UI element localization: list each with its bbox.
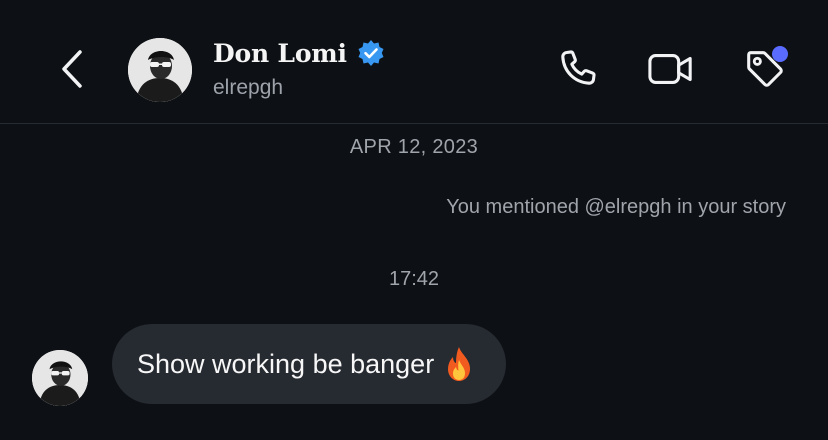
back-button[interactable] [52, 44, 92, 94]
message-bubble[interactable]: Show working be banger [112, 324, 507, 404]
audio-call-button[interactable] [552, 44, 602, 94]
notification-dot [772, 46, 788, 62]
contact-name: Don Lomi [213, 38, 347, 68]
message-avatar[interactable] [32, 350, 88, 406]
back-icon [62, 50, 82, 88]
chat-header: Don Lomi elrepgh [0, 0, 828, 124]
video-call-button[interactable] [646, 44, 696, 94]
story-mention-notice[interactable]: You mentioned @elrepgh in your story [446, 196, 786, 219]
video-camera-icon [648, 54, 692, 84]
avatar[interactable] [128, 38, 192, 102]
verified-badge-icon [358, 40, 384, 66]
message-text: Show working be banger [137, 348, 435, 379]
tag-button[interactable] [740, 44, 790, 94]
time-separator: 17:42 [388, 268, 440, 290]
date-separator: APR 12, 2023 [349, 136, 479, 158]
profile-photo-icon [128, 38, 192, 102]
contact-name-row[interactable]: Don Lomi [213, 34, 385, 72]
phone-icon [561, 50, 596, 85]
profile-photo-icon [32, 350, 88, 406]
contact-username[interactable]: elrepgh [213, 76, 283, 100]
fire-emoji-icon [442, 346, 476, 382]
